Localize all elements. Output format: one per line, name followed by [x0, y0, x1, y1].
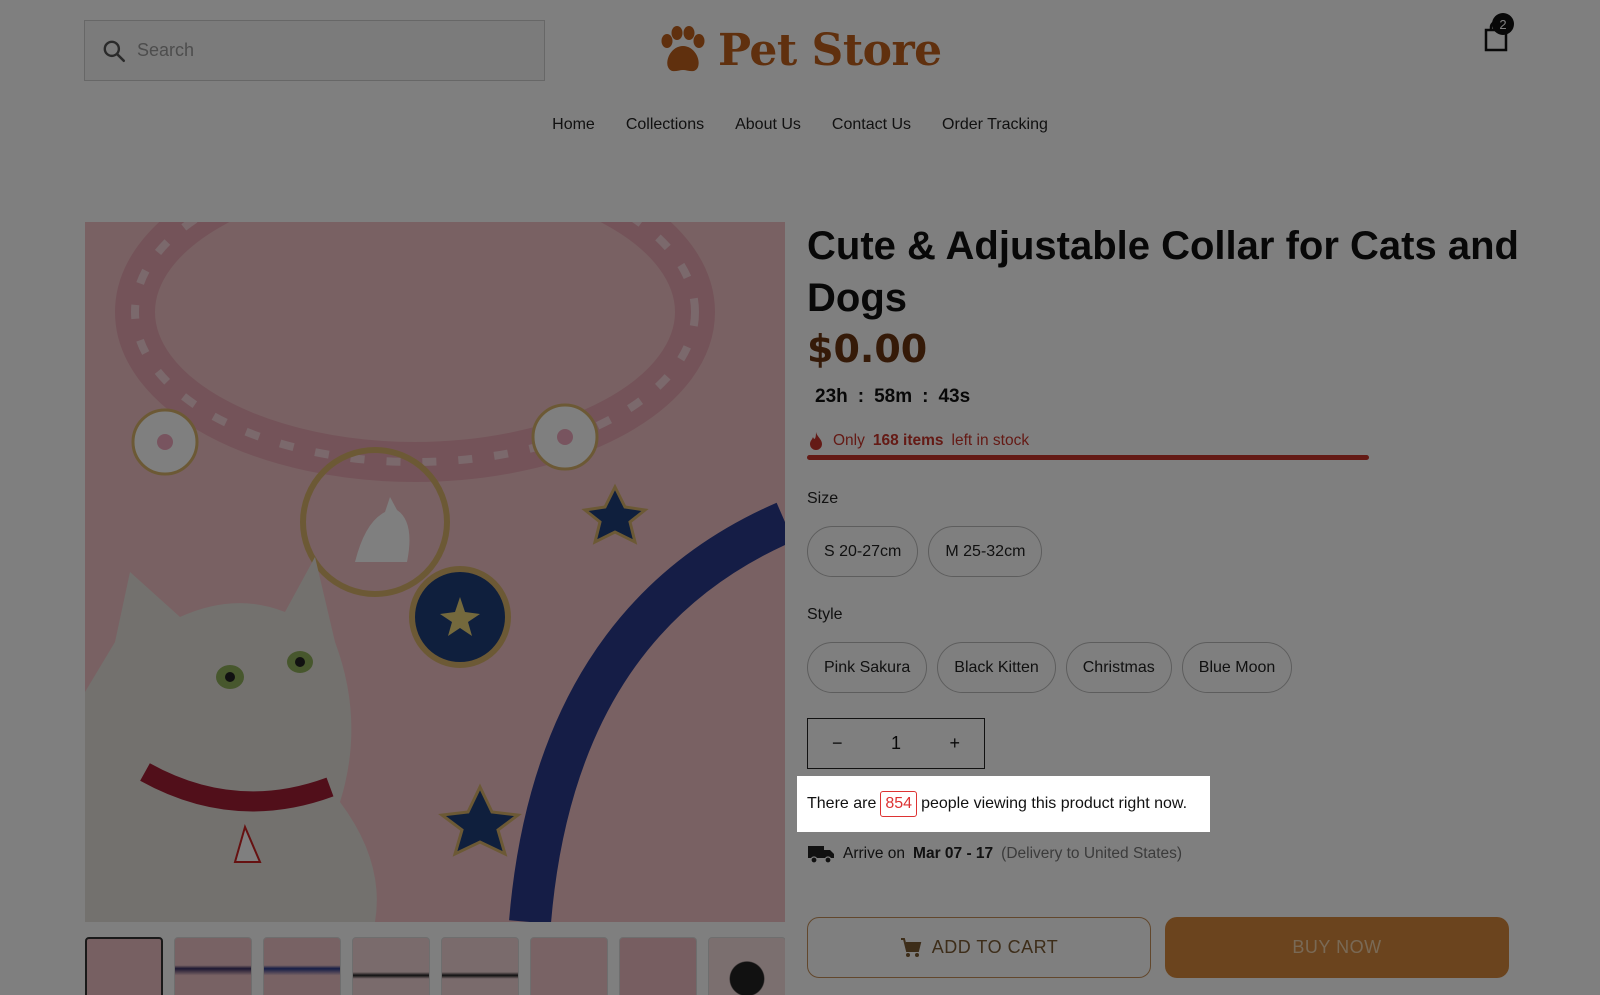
- search-box[interactable]: [84, 20, 545, 81]
- paw-icon: [661, 26, 705, 72]
- delivery-note: (Delivery to United States): [1001, 845, 1183, 862]
- style-option[interactable]: Christmas: [1065, 642, 1172, 693]
- quantity-value[interactable]: 1: [891, 733, 901, 754]
- store-logo[interactable]: Pet Store: [656, 20, 942, 80]
- thumbnail[interactable]: [708, 937, 785, 995]
- size-label: Size: [807, 490, 839, 507]
- cart-icon: [900, 937, 922, 957]
- nav-contact-us[interactable]: Contact Us: [832, 116, 911, 134]
- brand-name: Pet Store: [718, 24, 942, 76]
- add-to-cart-label: ADD TO CART: [931, 937, 1059, 957]
- style-options: Pink Sakura Black Kitten Christmas Blue …: [807, 642, 1293, 693]
- collar-photo: [85, 222, 785, 922]
- thumbnail[interactable]: [530, 937, 608, 995]
- nav-about-us[interactable]: About Us: [735, 116, 801, 134]
- stock-progress-fill: [807, 455, 1369, 460]
- nav-order-tracking[interactable]: Order Tracking: [942, 116, 1048, 134]
- thumbnail[interactable]: [352, 937, 430, 995]
- product-page: Pet Store 2 Home Collections About Us Co…: [0, 0, 1600, 995]
- delivery-estimate: Arrive on Mar 07 - 17 (Delivery to Unite…: [807, 843, 1182, 865]
- thumbnail[interactable]: [619, 937, 697, 995]
- buy-now-button[interactable]: BUY NOW: [1165, 917, 1509, 978]
- style-option[interactable]: Black Kitten: [937, 642, 1056, 693]
- buy-now-label: BUY NOW: [1292, 937, 1382, 957]
- delivery-dates: Mar 07 - 17: [913, 845, 994, 862]
- timer-minutes: 58m: [874, 386, 913, 407]
- thumbnail[interactable]: [174, 937, 252, 995]
- cart-count-badge: 2: [1492, 13, 1514, 35]
- nav-collections[interactable]: Collections: [626, 116, 704, 134]
- thumbnail-strip: [85, 937, 785, 995]
- style-option[interactable]: Pink Sakura: [807, 642, 928, 693]
- viewers-suffix: people viewing this product right now.: [921, 795, 1188, 812]
- product-price: $0.00: [807, 327, 928, 371]
- thumbnail[interactable]: [441, 937, 519, 995]
- search-icon: [103, 40, 126, 62]
- delivery-prefix: Arrive on: [843, 845, 906, 862]
- quantity-stepper: − 1 +: [807, 718, 985, 769]
- size-options: S 20-27cm M 25-32cm: [807, 526, 1043, 577]
- stock-prefix: Only: [833, 432, 865, 449]
- product-main-image[interactable]: [85, 222, 785, 922]
- style-label: Style: [807, 606, 843, 623]
- stock-progress-bar: [807, 455, 1369, 460]
- size-option[interactable]: M 25-32cm: [928, 526, 1043, 577]
- thumbnail[interactable]: [263, 937, 341, 995]
- product-title: Cute & Adjustable Collar for Cats and Do…: [807, 224, 1519, 320]
- stock-suffix: left in stock: [951, 432, 1030, 449]
- fire-icon: [810, 432, 822, 450]
- timer-separator: :: [922, 386, 929, 407]
- viewers-prefix: There are: [807, 795, 877, 812]
- quantity-increase-button[interactable]: +: [949, 733, 960, 754]
- style-option[interactable]: Blue Moon: [1181, 642, 1293, 693]
- truck-icon: [808, 846, 834, 864]
- main-nav: Home Collections About Us Contact Us Ord…: [0, 116, 1600, 134]
- stock-notice: Only 168 items left in stock: [807, 431, 1029, 451]
- viewers-callout: There are 854 people viewing this produc…: [797, 776, 1210, 832]
- nav-home[interactable]: Home: [552, 116, 595, 134]
- stock-count: 168 items: [872, 432, 944, 449]
- thumbnail[interactable]: [85, 937, 163, 995]
- search-input[interactable]: [137, 40, 517, 61]
- countdown-timer: 23h : 58m : 43s: [815, 386, 970, 408]
- add-to-cart-button[interactable]: ADD TO CART: [807, 917, 1151, 978]
- viewers-count: 854: [880, 791, 918, 817]
- timer-separator: :: [857, 386, 865, 407]
- timer-seconds: 43s: [938, 386, 971, 407]
- quantity-decrease-button[interactable]: −: [832, 733, 843, 754]
- timer-hours: 23h: [815, 386, 848, 407]
- size-option[interactable]: S 20-27cm: [807, 526, 919, 577]
